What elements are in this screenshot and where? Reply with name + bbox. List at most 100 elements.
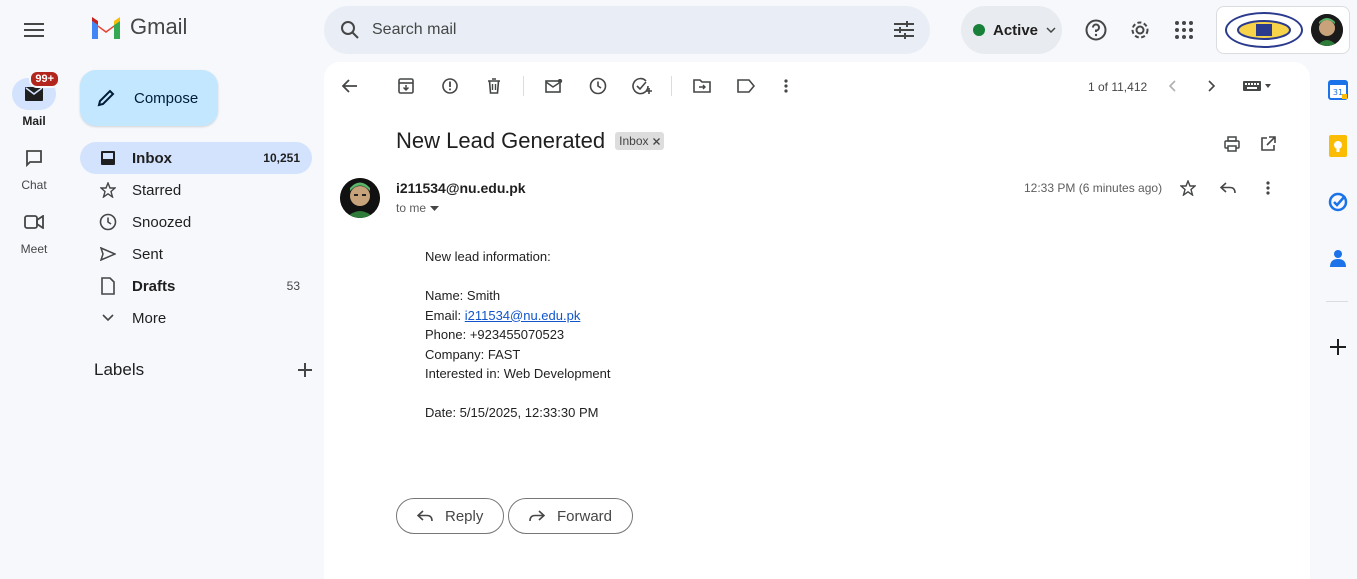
archive-icon bbox=[398, 78, 414, 94]
calendar-app-button[interactable]: 31 bbox=[1326, 78, 1350, 102]
search-bar[interactable] bbox=[324, 6, 930, 54]
tasks-app-button[interactable] bbox=[1326, 190, 1350, 214]
status-label: Active bbox=[993, 21, 1039, 39]
clock-icon bbox=[589, 77, 607, 95]
move-to-button[interactable] bbox=[688, 72, 716, 100]
mark-unread-button[interactable] bbox=[540, 72, 568, 100]
sidebar-item-drafts[interactable]: Drafts 53 bbox=[80, 270, 312, 302]
reply-icon bbox=[417, 510, 433, 522]
body-date: Date: 5/15/2025, 12:33:30 PM bbox=[425, 405, 599, 420]
reply-icon-button[interactable] bbox=[1214, 174, 1242, 202]
toolbar-divider bbox=[671, 76, 672, 96]
main-menu-button[interactable] bbox=[14, 10, 54, 50]
spam-icon bbox=[442, 78, 458, 94]
chevron-down-icon bbox=[98, 314, 118, 322]
print-icon bbox=[1224, 136, 1240, 152]
newer-button[interactable] bbox=[1158, 72, 1186, 100]
star-button[interactable] bbox=[1174, 174, 1202, 202]
compose-label: Compose bbox=[134, 89, 199, 107]
sender-email[interactable]: i211534@nu.edu.pk bbox=[396, 180, 526, 196]
get-addons-button[interactable] bbox=[1326, 335, 1350, 359]
app-name: Gmail bbox=[130, 14, 188, 39]
label-chip[interactable]: Inbox bbox=[615, 132, 664, 150]
rail-mail-pill: 99+ bbox=[12, 70, 60, 110]
forward-icon bbox=[529, 510, 545, 522]
input-tools-button[interactable] bbox=[1238, 72, 1278, 100]
email-body: New lead information: Name: Smith Email:… bbox=[425, 247, 610, 423]
sidebar-item-label: Sent bbox=[132, 245, 163, 263]
rail-chat[interactable]: Chat bbox=[0, 142, 68, 192]
settings-button[interactable] bbox=[1120, 10, 1160, 50]
labels-button[interactable] bbox=[732, 72, 760, 100]
print-all-button[interactable] bbox=[1218, 130, 1246, 158]
rail-chat-pill bbox=[12, 142, 56, 174]
rail-chat-label: Chat bbox=[21, 178, 47, 192]
status-dropdown[interactable]: Active bbox=[961, 6, 1062, 54]
star-icon bbox=[98, 182, 118, 198]
rail-mail[interactable]: 99+ Mail bbox=[0, 70, 68, 128]
open-new-window-button[interactable] bbox=[1254, 130, 1282, 158]
archive-button[interactable] bbox=[392, 72, 420, 100]
message-more-button[interactable] bbox=[1254, 174, 1282, 202]
body-company: Company: FAST bbox=[425, 346, 521, 362]
search-options-icon[interactable] bbox=[894, 21, 914, 39]
sender-avatar[interactable] bbox=[340, 178, 380, 218]
search-icon[interactable] bbox=[340, 20, 360, 40]
label-chip-text: Inbox bbox=[619, 134, 649, 148]
body-name: Name: Smith bbox=[425, 288, 501, 303]
move-folder-icon bbox=[693, 79, 711, 93]
body-interest: Interested in: Web Development bbox=[425, 366, 611, 381]
caret-down-icon bbox=[430, 205, 440, 211]
chevron-down-icon bbox=[1046, 27, 1056, 33]
keep-app-button[interactable] bbox=[1326, 134, 1350, 158]
avatar[interactable] bbox=[1311, 14, 1343, 46]
support-button[interactable] bbox=[1076, 10, 1116, 50]
reply-button[interactable]: Reply bbox=[396, 498, 505, 534]
clock-icon bbox=[98, 213, 118, 231]
keyboard-icon bbox=[1243, 81, 1271, 91]
recipient-details[interactable]: to me bbox=[396, 201, 440, 215]
search-input[interactable] bbox=[372, 21, 894, 39]
close-icon[interactable] bbox=[652, 137, 660, 145]
more-vert-icon bbox=[784, 79, 788, 93]
contacts-app-button[interactable] bbox=[1326, 246, 1350, 270]
forward-button[interactable]: Forward bbox=[508, 498, 634, 534]
trash-icon bbox=[488, 78, 500, 94]
apps-button[interactable] bbox=[1164, 10, 1204, 50]
snooze-button[interactable] bbox=[584, 72, 612, 100]
body-phone: Phone: +923455070523 bbox=[425, 327, 565, 342]
hamburger-icon bbox=[24, 23, 44, 37]
sidebar-item-sent[interactable]: Sent bbox=[80, 238, 312, 270]
video-icon bbox=[24, 215, 44, 229]
labels-title: Labels bbox=[94, 360, 145, 379]
sidebar-item-snoozed[interactable]: Snoozed bbox=[80, 206, 312, 238]
more-vert-icon bbox=[1266, 181, 1270, 195]
more-options-button[interactable] bbox=[772, 72, 800, 100]
report-spam-button[interactable] bbox=[436, 72, 464, 100]
email-subject-row: New Lead Generated Inbox bbox=[396, 128, 664, 154]
sidebar-item-more[interactable]: More bbox=[80, 302, 312, 334]
sidebar-item-label: Inbox bbox=[132, 149, 172, 167]
forward-label: Forward bbox=[557, 507, 613, 525]
sidebar-item-count: 53 bbox=[286, 279, 300, 293]
add-to-tasks-button[interactable] bbox=[628, 72, 656, 100]
gear-icon bbox=[1131, 21, 1149, 39]
older-button[interactable] bbox=[1198, 72, 1226, 100]
sidebar-item-starred[interactable]: Starred bbox=[80, 174, 312, 206]
rail-mail-label: Mail bbox=[22, 114, 46, 128]
back-button[interactable] bbox=[336, 72, 364, 100]
plus-icon[interactable] bbox=[298, 363, 312, 377]
chevron-left-icon bbox=[1168, 80, 1176, 92]
account-switcher[interactable] bbox=[1216, 6, 1350, 54]
rail-meet[interactable]: Meet bbox=[0, 206, 68, 256]
unread-badge: 99+ bbox=[29, 70, 60, 88]
sidebar-item-label: Snoozed bbox=[132, 213, 192, 231]
delete-button[interactable] bbox=[480, 72, 508, 100]
email-timestamp: 12:33 PM (6 minutes ago) bbox=[1024, 181, 1163, 195]
compose-button[interactable]: Compose bbox=[80, 70, 218, 126]
sidebar-item-label: Starred bbox=[132, 181, 182, 199]
gmail-logo[interactable]: Gmail bbox=[90, 14, 187, 40]
body-email-link[interactable]: i211534@nu.edu.pk bbox=[465, 308, 581, 323]
label-icon bbox=[737, 79, 755, 93]
sidebar-item-inbox[interactable]: Inbox 10,251 bbox=[80, 142, 312, 174]
